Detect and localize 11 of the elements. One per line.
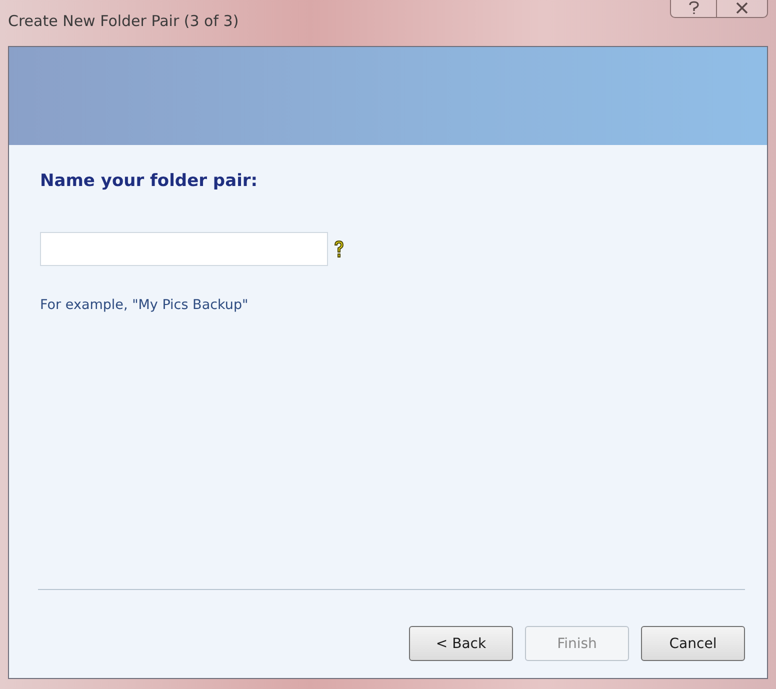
help-icon xyxy=(688,0,700,14)
close-button[interactable] xyxy=(716,0,768,18)
dialog-button[interactable]: Cancel xyxy=(641,626,745,661)
help-button[interactable] xyxy=(670,0,716,18)
close-icon xyxy=(735,2,749,14)
heading: Name your folder pair: xyxy=(40,171,259,191)
name-field[interactable] xyxy=(40,232,328,266)
help-icon xyxy=(332,239,346,259)
example-hint: For example, "My Pics Backup" xyxy=(40,297,250,313)
window-title: Create New Folder Pair (3 of 3) xyxy=(8,12,239,30)
dialog-button[interactable]: < Back xyxy=(409,626,513,661)
